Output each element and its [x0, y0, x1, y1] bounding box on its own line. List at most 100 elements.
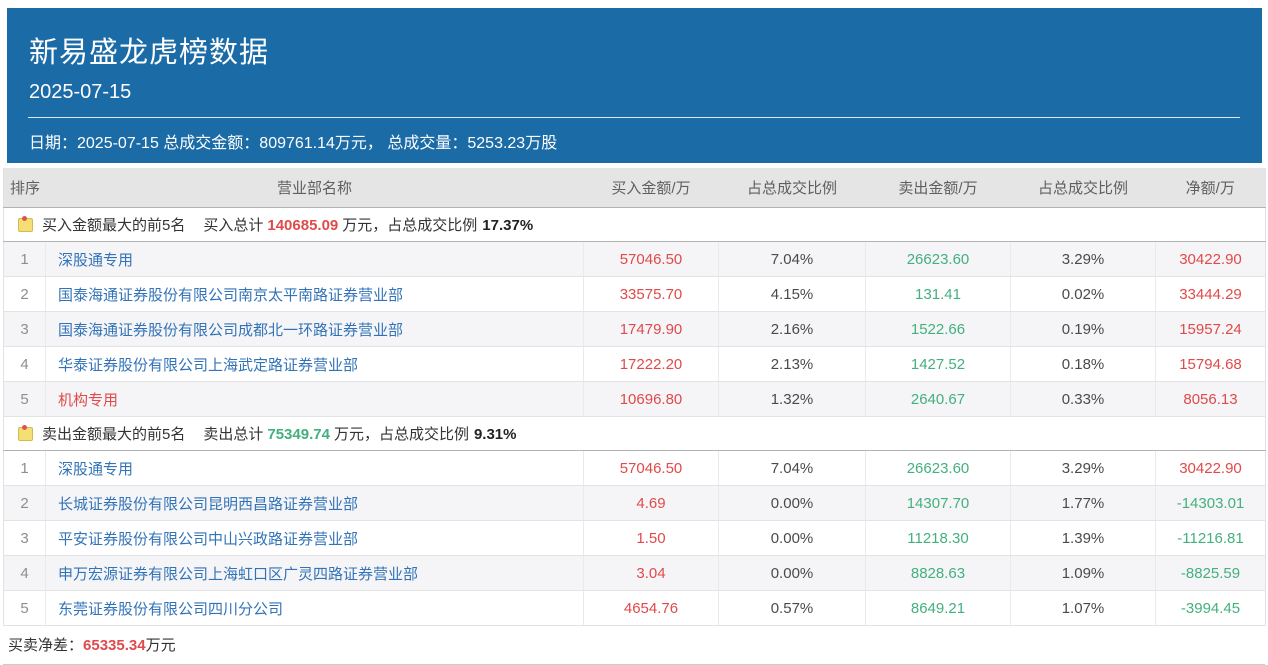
sell-amount-cell: 11218.30: [866, 521, 1011, 556]
note-icon: [18, 427, 33, 441]
branch-name-institution: 机构专用: [58, 392, 118, 409]
rank-cell: 2: [4, 486, 46, 521]
sell-pct-cell: 0.33%: [1011, 382, 1156, 417]
branch-name-link[interactable]: 华泰证券股份有限公司上海武定路证券营业部: [58, 357, 358, 374]
sell-total-label: 卖出总计: [203, 426, 263, 443]
net-amount-cell: -8825.59: [1156, 556, 1266, 591]
buy-amount-cell: 17479.90: [584, 312, 719, 347]
net-amount-cell: 30422.90: [1156, 451, 1266, 486]
sell-pct-cell: 1.77%: [1011, 486, 1156, 521]
net-amount-cell: 15957.24: [1156, 312, 1266, 347]
sell-amount-cell: 131.41: [866, 277, 1011, 312]
net-amount-cell: -14303.01: [1156, 486, 1266, 521]
table-header-row: 排序 营业部名称 买入金额/万 占总成交比例 卖出金额/万 占总成交比例 净额/…: [4, 168, 1266, 208]
buy-amount-cell: 3.04: [584, 556, 719, 591]
branch-name-link[interactable]: 东莞证券股份有限公司四川分公司: [58, 601, 283, 618]
net-amount-cell: -3994.45: [1156, 591, 1266, 626]
branch-name-link[interactable]: 平安证券股份有限公司中山兴政路证券营业部: [58, 531, 358, 548]
sell-amount-cell: 8828.63: [866, 556, 1011, 591]
buy-amount-cell: 57046.50: [584, 451, 719, 486]
sell-pct-cell: 0.02%: [1011, 277, 1156, 312]
buy-pct-cell: 2.16%: [719, 312, 866, 347]
sell-section-header-row: 卖出金额最大的前5名卖出总计75349.74万元，占总成交比例9.31%: [4, 417, 1266, 451]
buy-total-suffix: 万元，占总成交比例: [342, 217, 477, 234]
buy-pct-cell: 4.15%: [719, 277, 866, 312]
net-amount-cell: 33444.29: [1156, 277, 1266, 312]
page-date: 2025-07-15: [29, 81, 1240, 104]
table-row: 2 国泰海通证券股份有限公司南京太平南路证券营业部 33575.70 4.15%…: [4, 277, 1266, 312]
branch-name-link[interactable]: 深股通专用: [58, 252, 133, 269]
buy-pct-cell: 7.04%: [719, 242, 866, 277]
branch-name-link[interactable]: 国泰海通证券股份有限公司南京太平南路证券营业部: [58, 287, 403, 304]
sell-pct-cell: 1.07%: [1011, 591, 1156, 626]
buy-amount-cell: 57046.50: [584, 242, 719, 277]
table-row: 1 深股通专用 57046.50 7.04% 26623.60 3.29% 30…: [4, 242, 1266, 277]
summary-info: 日期：2025-07-15 总成交金额：809761.14万元， 总成交量：52…: [29, 129, 1240, 153]
sell-pct-cell: 0.19%: [1011, 312, 1156, 347]
rank-cell: 2: [4, 277, 46, 312]
buy-pct-cell: 0.00%: [719, 486, 866, 521]
net-amount-cell: 15794.68: [1156, 347, 1266, 382]
net-difference-footer: 买卖净差：65335.34万元: [3, 626, 1265, 665]
page-title: 新易盛龙虎榜数据: [29, 29, 1240, 71]
net-amount-cell: 30422.90: [1156, 242, 1266, 277]
col-header-rank: 排序: [4, 168, 46, 208]
table-row: 3 平安证券股份有限公司中山兴政路证券营业部 1.50 0.00% 11218.…: [4, 521, 1266, 556]
rank-cell: 4: [4, 556, 46, 591]
lhb-table: 排序 营业部名称 买入金额/万 占总成交比例 卖出金额/万 占总成交比例 净额/…: [3, 168, 1266, 626]
col-header-branch-name: 营业部名称: [46, 168, 584, 208]
table-row: 4 华泰证券股份有限公司上海武定路证券营业部 17222.20 2.13% 14…: [4, 347, 1266, 382]
banner-divider: [28, 117, 1240, 118]
branch-name-link[interactable]: 长城证券股份有限公司昆明西昌路证券营业部: [58, 496, 358, 513]
buy-total-label: 买入总计: [203, 217, 263, 234]
buy-amount-cell: 1.50: [584, 521, 719, 556]
rank-cell: 1: [4, 242, 46, 277]
sell-amount-cell: 26623.60: [866, 242, 1011, 277]
net-difference-label: 买卖净差：: [8, 637, 83, 654]
buy-amount-cell: 10696.80: [584, 382, 719, 417]
branch-name-link[interactable]: 申万宏源证券有限公司上海虹口区广灵四路证券营业部: [58, 566, 418, 583]
net-amount-cell: 8056.13: [1156, 382, 1266, 417]
net-difference-value: 65335.34: [83, 637, 146, 654]
rank-cell: 5: [4, 382, 46, 417]
header-banner: 新易盛龙虎榜数据 2025-07-15 日期：2025-07-15 总成交金额：…: [7, 8, 1262, 163]
buy-pct-cell: 1.32%: [719, 382, 866, 417]
sell-pct-cell: 3.29%: [1011, 451, 1156, 486]
col-header-net: 净额/万: [1156, 168, 1266, 208]
col-header-buy-pct: 占总成交比例: [719, 168, 866, 208]
sell-total-pct: 9.31%: [474, 426, 517, 443]
rank-cell: 5: [4, 591, 46, 626]
sell-pct-cell: 0.18%: [1011, 347, 1156, 382]
sell-pct-cell: 3.29%: [1011, 242, 1156, 277]
net-amount-cell: -11216.81: [1156, 521, 1266, 556]
sell-amount-cell: 8649.21: [866, 591, 1011, 626]
buy-total-value: 140685.09: [267, 217, 338, 234]
sell-section-label: 卖出金额最大的前5名: [42, 426, 185, 443]
sell-amount-cell: 1427.52: [866, 347, 1011, 382]
rank-cell: 3: [4, 312, 46, 347]
sell-amount-cell: 14307.70: [866, 486, 1011, 521]
col-header-sell-amount: 卖出金额/万: [866, 168, 1011, 208]
sell-amount-cell: 26623.60: [866, 451, 1011, 486]
buy-pct-cell: 0.00%: [719, 521, 866, 556]
table-row: 1 深股通专用 57046.50 7.04% 26623.60 3.29% 30…: [4, 451, 1266, 486]
buy-pct-cell: 0.57%: [719, 591, 866, 626]
branch-name-link[interactable]: 国泰海通证券股份有限公司成都北一环路证券营业部: [58, 322, 403, 339]
buy-pct-cell: 7.04%: [719, 451, 866, 486]
buy-total-pct: 17.37%: [482, 217, 533, 234]
buy-section-header-row: 买入金额最大的前5名买入总计140685.09万元，占总成交比例17.37%: [4, 208, 1266, 242]
table-row: 5 机构专用 10696.80 1.32% 2640.67 0.33% 8056…: [4, 382, 1266, 417]
sell-amount-cell: 2640.67: [866, 382, 1011, 417]
table-row: 3 国泰海通证券股份有限公司成都北一环路证券营业部 17479.90 2.16%…: [4, 312, 1266, 347]
rank-cell: 1: [4, 451, 46, 486]
sell-pct-cell: 1.39%: [1011, 521, 1156, 556]
buy-amount-cell: 4.69: [584, 486, 719, 521]
branch-name-link[interactable]: 深股通专用: [58, 461, 133, 478]
col-header-buy-amount: 买入金额/万: [584, 168, 719, 208]
buy-pct-cell: 0.00%: [719, 556, 866, 591]
rank-cell: 4: [4, 347, 46, 382]
buy-pct-cell: 2.13%: [719, 347, 866, 382]
rank-cell: 3: [4, 521, 46, 556]
sell-total-value: 75349.74: [267, 426, 330, 443]
table-row: 5 东莞证券股份有限公司四川分公司 4654.76 0.57% 8649.21 …: [4, 591, 1266, 626]
